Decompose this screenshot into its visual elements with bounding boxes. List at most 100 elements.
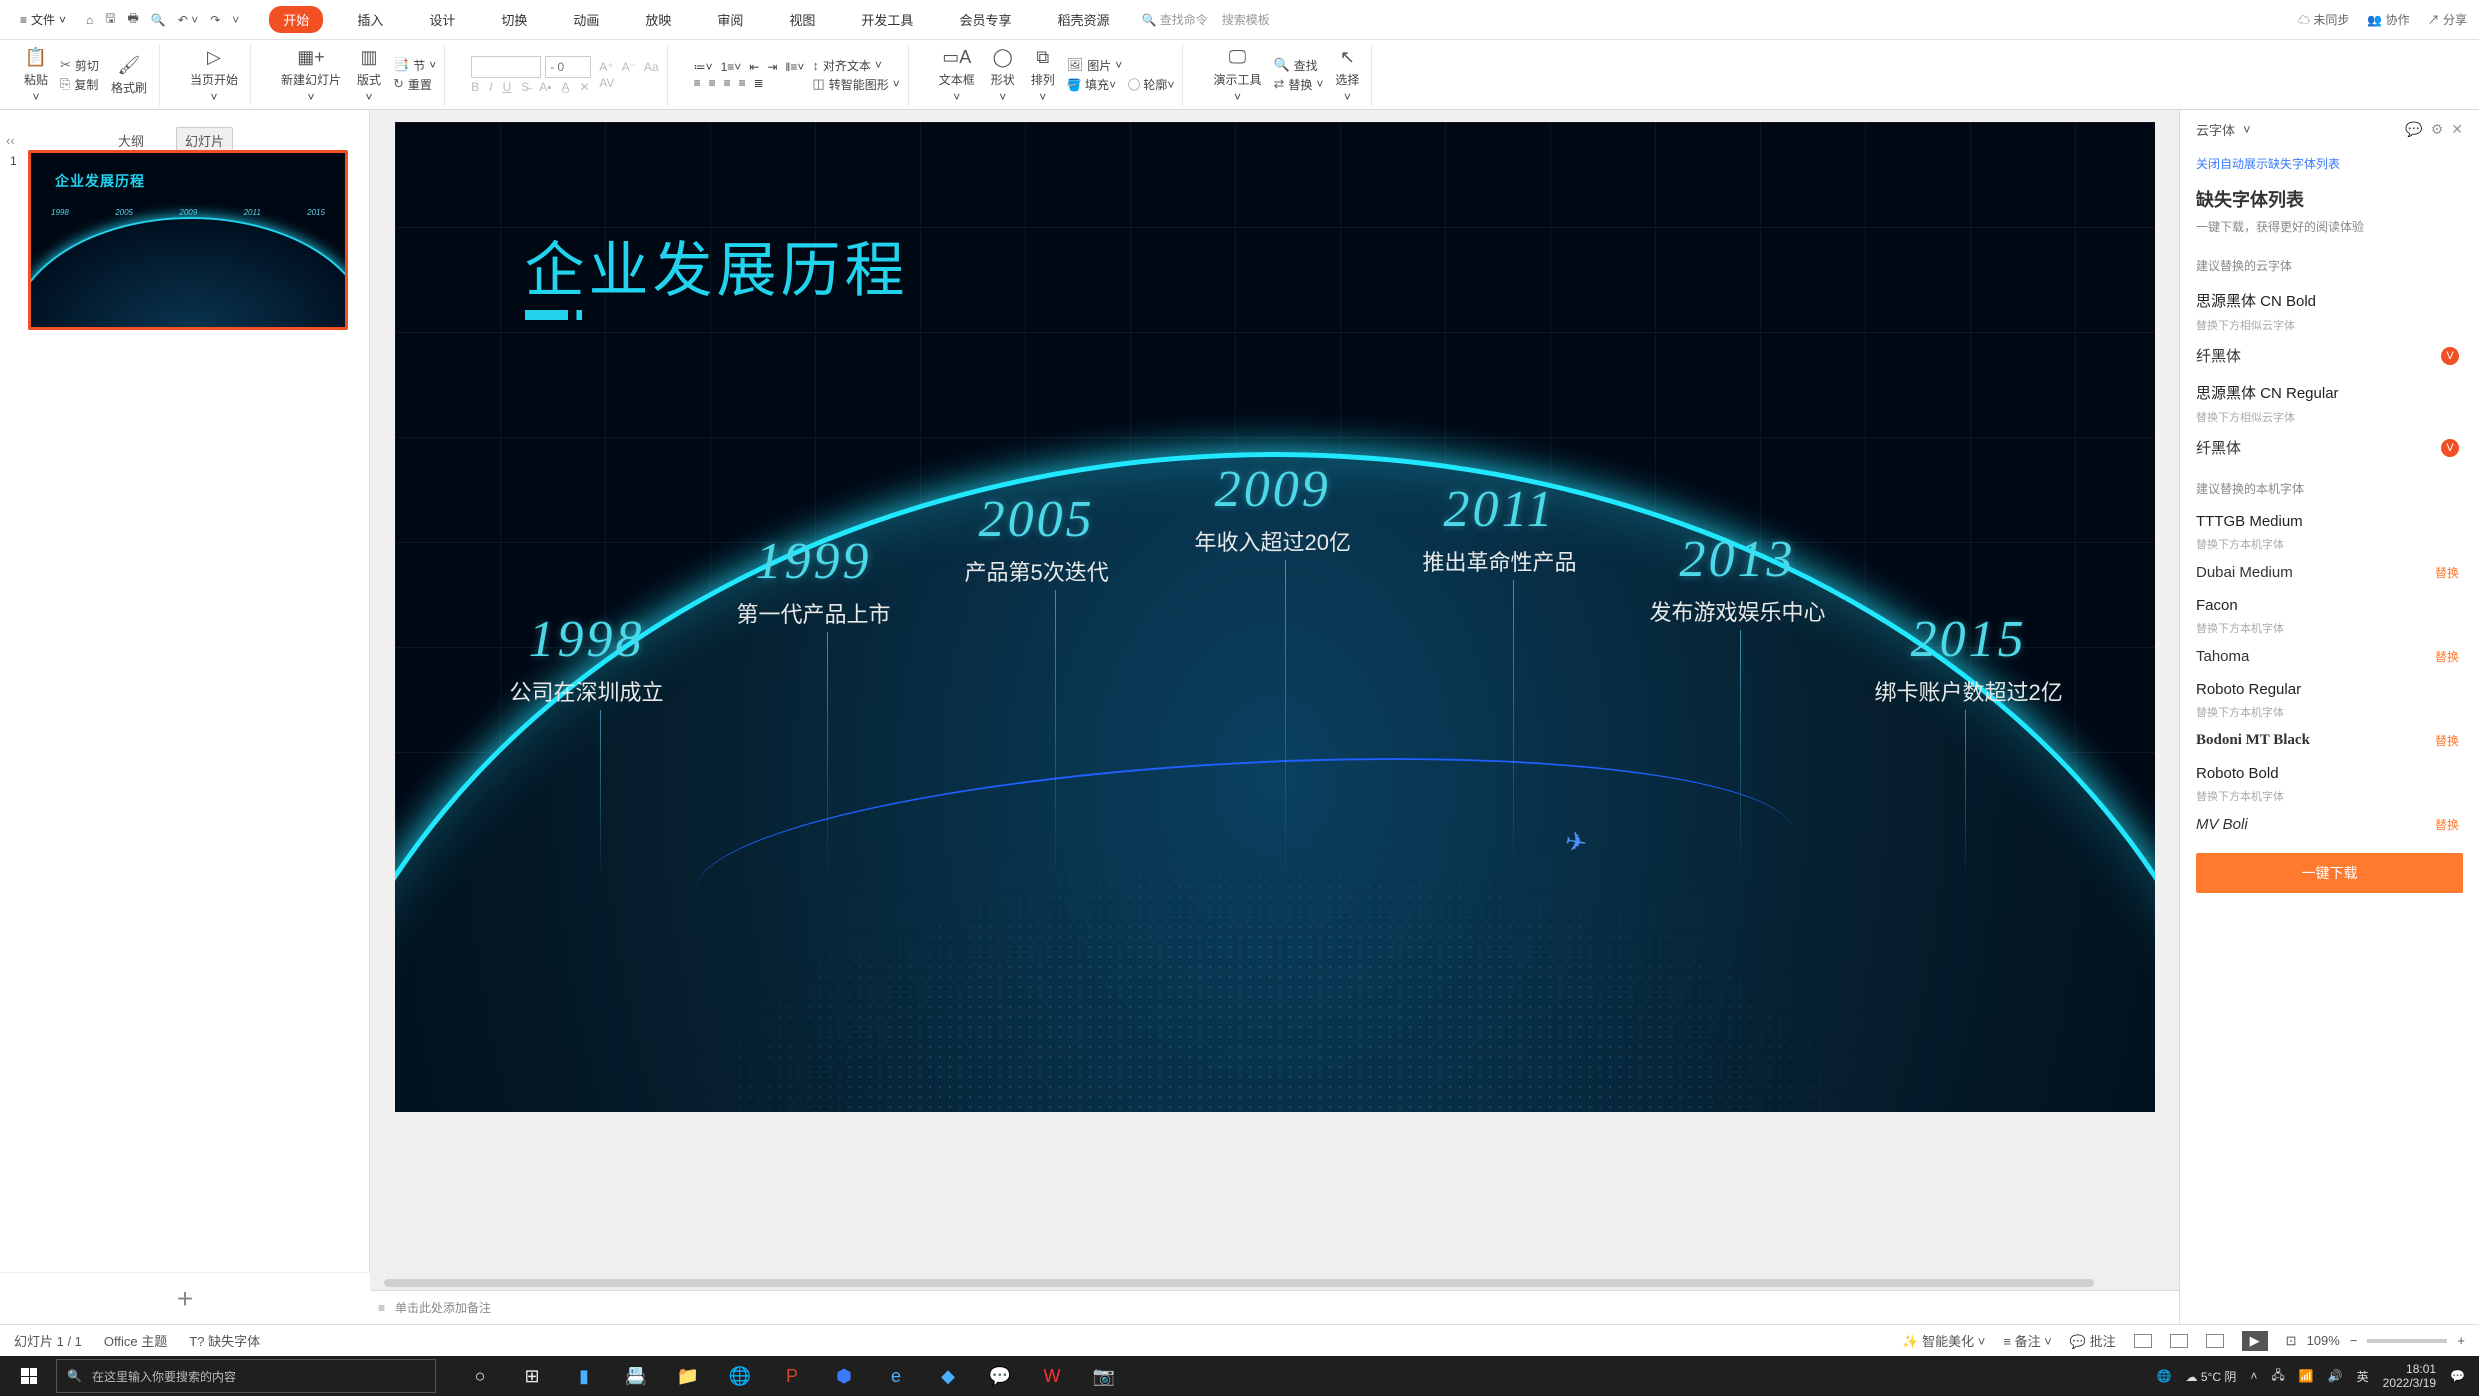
new-slide-button[interactable]: ▦+新建幻灯片˅ [277,43,345,106]
milestone-1998[interactable]: 1998公司在深圳成立 [510,610,664,707]
qat-print-icon[interactable]: 🖶 [128,9,139,30]
clear-format-button[interactable]: ✕ [580,80,590,94]
strikethrough-button[interactable]: S̶ [521,80,529,94]
zoom-in-button[interactable]: + [2457,1333,2465,1348]
add-slide-button[interactable]: + [0,1272,370,1324]
milestone-2005[interactable]: 2005产品第5次迭代 [965,490,1109,587]
view-normal-icon[interactable] [2134,1334,2152,1348]
tab-view[interactable]: 视图 [777,6,827,33]
paste-button[interactable]: 📋粘贴˅ [20,43,52,106]
cut-button[interactable]: ✂剪切 [60,57,99,74]
tab-animation[interactable]: 动画 [561,6,611,33]
task-wps-icon[interactable]: W [1030,1356,1074,1396]
reset-button[interactable]: ↻重置 [393,76,436,93]
task-app3-icon[interactable]: ⬢ [822,1356,866,1396]
local-font-sample[interactable]: Dubai Medium [2196,564,2293,581]
tab-devtools[interactable]: 开发工具 [849,6,925,33]
slide-title[interactable]: 企业发展历程 [525,222,909,309]
arrange-button[interactable]: ⧉排列˅ [1027,43,1059,106]
section-button[interactable]: 📑节˅ [393,57,436,74]
task-app2-icon[interactable]: 📇 [614,1356,658,1396]
decrease-font-icon[interactable]: A⁻ [622,60,636,74]
tray-volume-icon[interactable]: 🔊 [2328,1369,2343,1383]
align-right-icon[interactable]: ≡ [724,76,731,90]
layout-button[interactable]: ▥版式˅ [353,43,385,106]
select-button[interactable]: ↖选择˅ [1331,43,1363,106]
tab-slideshow[interactable]: 放映 [633,6,683,33]
tab-design[interactable]: 设计 [417,6,467,33]
tray-network-icon[interactable]: 🖧 [2271,1366,2284,1387]
align-center-icon[interactable]: ≡ [709,76,716,90]
replace-font-button[interactable]: 替换 [2435,732,2459,749]
panel-settings-icon[interactable]: ⚙ [2431,121,2444,138]
replace-font-button[interactable]: 替换 [2435,816,2459,833]
fit-icon[interactable]: ⊡ [2286,1333,2297,1349]
view-reading-icon[interactable] [2206,1334,2224,1348]
numbering-icon[interactable]: 1≡˅ [721,60,742,74]
task-chrome-icon[interactable]: 🌐 [718,1356,762,1396]
outline-button[interactable]: ◯ 轮廓˅ [1128,76,1174,93]
panel-close-icon[interactable]: ✕ [2451,121,2463,138]
align-text-button[interactable]: ↕对齐文本˅ [812,57,899,74]
tab-resources[interactable]: 稻壳资源 [1045,6,1121,33]
local-font-sample[interactable]: Tahoma [2196,648,2249,665]
highlight-button[interactable]: A̲ [562,80,570,94]
tray-wifi-icon[interactable]: 📶 [2299,1369,2314,1383]
task-ppt-icon[interactable]: P [770,1356,814,1396]
sidebar-tab-outline[interactable]: 大纲 [110,128,152,153]
justify-icon[interactable]: ≡ [739,76,746,90]
smart-beautify-button[interactable]: ✨ 智能美化 ˅ [1902,1331,1985,1350]
notes-bar[interactable]: ≡ 单击此处添加备注 [370,1290,2179,1324]
demo-tools-button[interactable]: 🖵演示工具˅ [1209,43,1265,106]
task-app1-icon[interactable]: ▮ [562,1356,606,1396]
replace-font-button[interactable]: 替换 [2435,564,2459,581]
task-edge-icon[interactable]: e [874,1356,918,1396]
align-left-icon[interactable]: ≡ [694,76,701,90]
thumbnail-slide-1[interactable]: 企业发展历程 1998 2005 2009 2011 2015 [28,150,348,330]
tab-member[interactable]: 会员专享 [947,6,1023,33]
font-color-button[interactable]: A▪ [539,80,551,94]
fill-button[interactable]: 🪣 填充˅ [1067,76,1116,93]
zoom-out-button[interactable]: − [2350,1333,2358,1348]
tab-review[interactable]: 审阅 [705,6,755,33]
view-sorter-icon[interactable] [2170,1334,2188,1348]
notes-toggle-icon[interactable]: ≡ [378,1301,385,1315]
replace-font-button[interactable]: 替换 [2435,648,2459,665]
comments-button[interactable]: 💬 批注 [2070,1331,2116,1350]
indent-increase-icon[interactable]: ⇥ [767,60,777,74]
task-camera-icon[interactable]: 📷 [1082,1356,1126,1396]
file-menu[interactable]: ≡ 文件 ˅ [12,7,74,32]
copy-button[interactable]: ⎘复制 [60,76,99,93]
picture-button[interactable]: 🖼图片˅ [1067,57,1175,74]
underline-button[interactable]: U [503,80,512,94]
tray-chevron-icon[interactable]: ˄ [2250,1369,2257,1383]
panel-chat-icon[interactable]: 💬 [2405,121,2422,138]
change-case-icon[interactable]: Aa [644,60,659,74]
milestone-2013[interactable]: 2013发布游戏娱乐中心 [1650,530,1826,627]
increase-font-icon[interactable]: A⁺ [599,60,613,74]
task-app4-icon[interactable]: ◆ [926,1356,970,1396]
qat-preview-icon[interactable]: 🔍 [151,13,166,27]
milestone-2015[interactable]: 2015绑卡账户数超过2亿 [1875,610,2063,707]
disable-auto-display-link[interactable]: 关闭自动展示缺失字体列表 [2196,155,2463,172]
font-family-input[interactable] [471,56,541,78]
horizontal-scrollbar[interactable] [370,1276,2179,1290]
local-font-sample[interactable]: MV Boli [2196,816,2248,833]
qat-home-icon[interactable]: ⌂ [86,13,93,27]
zoom-value[interactable]: 109% [2307,1333,2340,1348]
qat-undo-icon[interactable]: ↶ ˅ [178,13,198,27]
find-command[interactable]: 🔍 查找命令 [1141,11,1207,28]
tab-insert[interactable]: 插入 [345,6,395,33]
search-templates[interactable]: 搜索模板 [1222,11,1270,28]
ime-indicator[interactable]: 英 [2357,1368,2369,1385]
milestone-2009[interactable]: 2009年收入超过20亿 [1195,460,1351,557]
distribute-icon[interactable]: ≣ [754,76,764,90]
task-cortana-icon[interactable]: ○ [458,1356,502,1396]
notifications-icon[interactable]: 💬 [2450,1369,2465,1383]
line-spacing-icon[interactable]: ‖≡˅ [785,60,804,74]
tab-start[interactable]: 开始 [269,6,323,33]
notes-button[interactable]: ≡ 备注 ˅ [2003,1331,2051,1350]
share-button[interactable]: ↗ 分享 [2428,11,2467,28]
slide-content[interactable]: 企业发展历程 ✈ 1998公司在深圳成立1999第一代产品上市2005产品第5次… [395,122,2155,1112]
task-explorer-icon[interactable]: 📁 [666,1356,710,1396]
